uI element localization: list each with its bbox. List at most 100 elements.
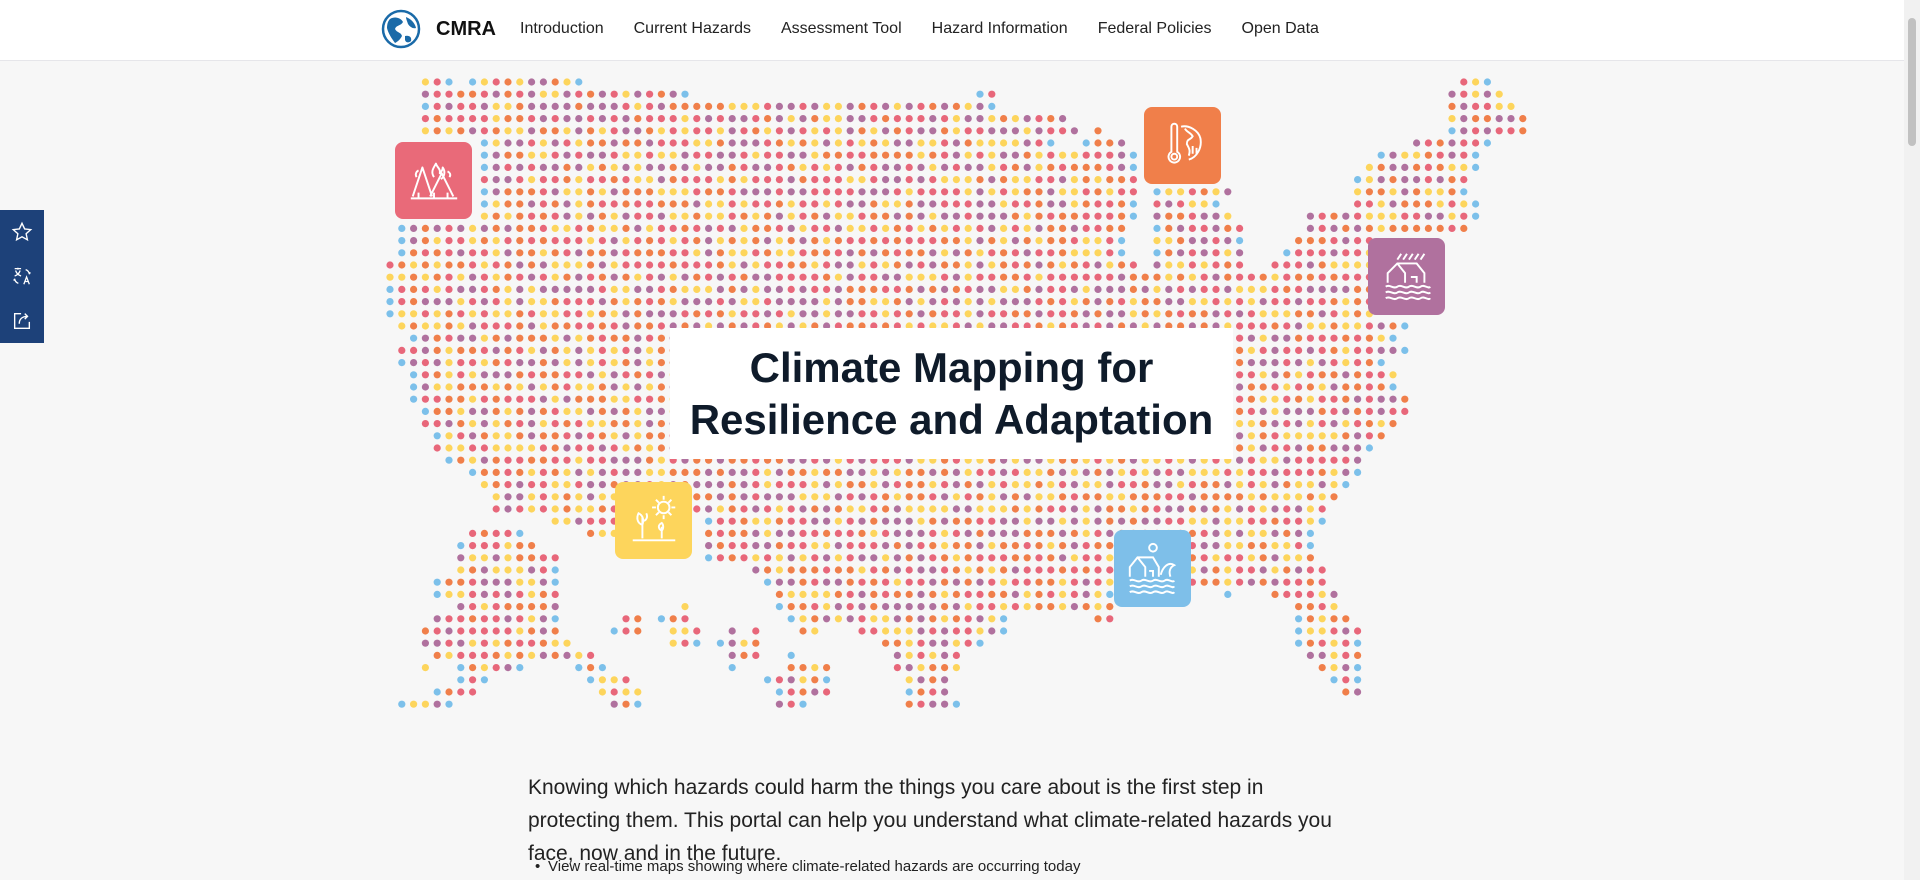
map-dot bbox=[870, 224, 878, 232]
map-dot bbox=[823, 261, 831, 269]
map-dot bbox=[516, 322, 524, 330]
map-dot bbox=[516, 529, 524, 538]
map-dot bbox=[563, 127, 571, 135]
map-dot bbox=[752, 651, 760, 660]
map-dot bbox=[469, 261, 477, 269]
map-dot bbox=[657, 407, 666, 415]
map-dot bbox=[480, 212, 488, 220]
map-dot bbox=[575, 407, 583, 415]
translate-icon[interactable] bbox=[11, 265, 33, 287]
map-dot bbox=[787, 298, 795, 306]
map-dot bbox=[1472, 90, 1480, 98]
map-dot bbox=[1283, 273, 1291, 281]
map-dot bbox=[740, 176, 748, 184]
map-dot bbox=[1295, 285, 1303, 293]
map-dot bbox=[728, 505, 736, 513]
map-dot bbox=[1283, 249, 1291, 257]
map-dot bbox=[457, 554, 465, 562]
map-dot bbox=[988, 517, 996, 525]
map-dot bbox=[787, 566, 795, 574]
map-dot bbox=[1070, 273, 1078, 281]
map-dot bbox=[858, 627, 866, 635]
map-dot bbox=[575, 420, 583, 428]
map-dot bbox=[551, 383, 559, 391]
map-dot bbox=[740, 493, 748, 501]
map-dot bbox=[516, 78, 524, 86]
map-dot bbox=[457, 444, 465, 452]
map-dot bbox=[669, 102, 677, 110]
map-dot bbox=[681, 639, 689, 647]
map-dot bbox=[539, 200, 548, 208]
map-dot bbox=[952, 285, 961, 293]
nav-introduction[interactable]: Introduction bbox=[520, 20, 604, 38]
map-dot bbox=[433, 249, 441, 257]
map-dot bbox=[764, 127, 772, 135]
map-dot bbox=[1023, 176, 1031, 184]
brand-name[interactable]: CMRA bbox=[436, 18, 496, 41]
map-dot bbox=[787, 151, 795, 159]
map-dot bbox=[917, 517, 925, 525]
map-dot bbox=[1318, 237, 1326, 245]
nav-federal-policies[interactable]: Federal Policies bbox=[1098, 20, 1212, 38]
scrollbar-thumb[interactable] bbox=[1908, 18, 1916, 146]
map-dot bbox=[1070, 468, 1078, 476]
map-dot bbox=[598, 688, 607, 696]
map-dot bbox=[893, 627, 902, 635]
map-dot bbox=[657, 383, 666, 391]
map-dot bbox=[587, 90, 595, 98]
page-scrollbar[interactable] bbox=[1904, 0, 1920, 880]
map-dot bbox=[1330, 664, 1338, 672]
map-dot bbox=[433, 261, 441, 269]
map-dot bbox=[1070, 505, 1078, 513]
map-dot bbox=[1070, 493, 1078, 501]
map-dot bbox=[528, 627, 536, 635]
map-dot bbox=[929, 468, 937, 476]
map-dot bbox=[917, 542, 925, 550]
nav-assessment-tool[interactable]: Assessment Tool bbox=[781, 20, 902, 38]
map-dot bbox=[740, 285, 748, 293]
map-dot bbox=[610, 310, 618, 318]
map-dot bbox=[646, 298, 654, 306]
map-dot bbox=[551, 395, 559, 403]
map-dot bbox=[740, 639, 748, 647]
star-icon[interactable] bbox=[11, 221, 33, 243]
map-dot bbox=[1318, 407, 1326, 415]
map-dot bbox=[598, 90, 607, 98]
map-dot bbox=[870, 627, 878, 635]
map-dot bbox=[1259, 310, 1267, 318]
map-dot bbox=[787, 505, 795, 513]
map-dot bbox=[1413, 212, 1421, 220]
nav-hazard-information[interactable]: Hazard Information bbox=[932, 20, 1068, 38]
map-dot bbox=[528, 139, 536, 147]
map-dot bbox=[1094, 151, 1102, 159]
map-dot bbox=[764, 481, 772, 489]
map-dot bbox=[799, 127, 807, 135]
map-dot bbox=[469, 224, 477, 232]
map-dot bbox=[622, 310, 630, 318]
map-dot bbox=[469, 407, 477, 415]
map-dot bbox=[1070, 554, 1078, 562]
map-dot bbox=[1295, 383, 1303, 391]
intro-bullet: View real-time maps showing where climat… bbox=[535, 858, 1080, 875]
nav-current-hazards[interactable]: Current Hazards bbox=[634, 20, 751, 38]
map-dot bbox=[528, 371, 536, 379]
map-dot bbox=[622, 237, 630, 245]
map-dot bbox=[587, 298, 595, 306]
nav-open-data[interactable]: Open Data bbox=[1242, 20, 1319, 38]
map-dot bbox=[1047, 493, 1055, 501]
map-dot bbox=[1365, 420, 1373, 428]
map-dot bbox=[681, 285, 689, 293]
map-dot bbox=[740, 651, 748, 660]
globe-logo-icon[interactable] bbox=[381, 9, 421, 49]
map-dot bbox=[1318, 261, 1326, 269]
map-dot bbox=[1059, 590, 1067, 599]
map-dot bbox=[988, 188, 996, 196]
map-dot bbox=[929, 273, 937, 281]
map-dot bbox=[929, 639, 937, 647]
map-dot bbox=[469, 285, 477, 293]
map-dot bbox=[1271, 334, 1279, 342]
map-dot bbox=[941, 481, 949, 489]
map-dot bbox=[563, 285, 571, 293]
share-icon[interactable] bbox=[11, 310, 33, 332]
map-dot bbox=[882, 542, 890, 550]
